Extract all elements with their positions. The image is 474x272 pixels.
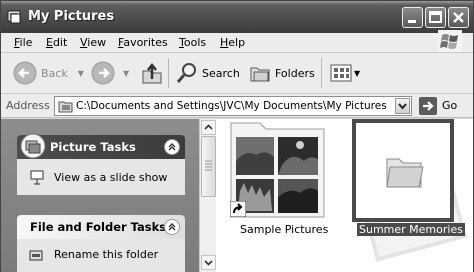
menu-edit[interactable]: Edit <box>46 36 67 49</box>
scroll-up-button[interactable] <box>201 120 216 135</box>
views-button[interactable]: ▼ <box>330 53 360 93</box>
chevron-down-icon <box>398 103 407 110</box>
scroll-thumb[interactable] <box>201 136 216 197</box>
collapse-button[interactable] <box>164 139 180 155</box>
menu-favorites[interactable]: Favorites <box>118 36 168 49</box>
menu-file[interactable]: File <box>14 36 32 49</box>
address-label: Address <box>6 99 50 112</box>
views-dropdown-icon[interactable]: ▼ <box>354 69 360 78</box>
chevron-up-icon <box>204 124 213 130</box>
search-label: Search <box>202 66 240 80</box>
task-pane-scrollbar[interactable] <box>199 119 216 272</box>
file-folder-tasks-body: Rename this folder <box>17 239 185 272</box>
close-button[interactable] <box>448 7 469 28</box>
minimize-icon <box>408 20 416 23</box>
menu-tools[interactable]: Tools <box>179 36 206 49</box>
summer-memories-label: Summer Memories <box>357 223 465 236</box>
sample-pictures-label: Sample Pictures <box>240 223 329 236</box>
chevron-down-icon <box>204 260 213 266</box>
my-pictures-icon <box>7 10 21 24</box>
task-pane: Picture Tasks View as a slide show File … <box>1 119 199 272</box>
file-folder-tasks-panel: File and Folder Tasks Rename this folder <box>17 215 185 272</box>
toolbar-separator <box>321 58 322 88</box>
file-view[interactable]: Sample Pictures Summer Memories <box>216 119 473 272</box>
search-button[interactable]: Search <box>176 53 240 93</box>
toolbar-separator <box>168 58 169 88</box>
forward-arrow-icon <box>91 61 115 85</box>
back-button[interactable]: Back ▼ <box>13 53 84 93</box>
picture-tasks-body: View as a slide show <box>17 159 185 195</box>
rename-icon <box>29 250 43 261</box>
picture-tasks-header[interactable]: Picture Tasks <box>17 133 185 159</box>
address-field[interactable]: C:\Documents and Settings\JVC\My Documen… <box>54 96 412 116</box>
folders-label: Folders <box>275 66 315 80</box>
slideshow-icon <box>30 170 44 185</box>
chevron-up-icon <box>168 223 176 231</box>
address-path: C:\Documents and Settings\JVC\My Documen… <box>76 100 387 112</box>
folder-icon <box>58 101 73 113</box>
scroll-down-button[interactable] <box>201 255 216 270</box>
collapse-button[interactable] <box>164 219 180 235</box>
address-dropdown-button[interactable] <box>395 98 410 114</box>
forward-button[interactable]: ▼ <box>91 53 129 93</box>
chevron-up-icon <box>168 143 176 151</box>
views-icon <box>330 64 352 82</box>
menu-bar: File Edit View Favorites Tools Help <box>1 33 473 53</box>
windows-logo-icon <box>438 30 462 52</box>
address-bar: Address C:\Documents and Settings\JVC\My… <box>1 94 473 118</box>
picture-tasks-panel: Picture Tasks View as a slide show <box>17 133 185 195</box>
title-bar[interactable]: My Pictures <box>1 1 473 33</box>
view-slideshow-link[interactable]: View as a slide show <box>54 171 167 184</box>
forward-dropdown-icon[interactable]: ▼ <box>123 69 129 78</box>
back-arrow-icon <box>13 61 37 85</box>
go-label[interactable]: Go <box>442 99 457 112</box>
search-icon <box>176 63 196 83</box>
picture-tasks-icon <box>20 133 46 159</box>
maximize-icon <box>429 11 442 23</box>
menu-help[interactable]: Help <box>220 36 245 49</box>
go-arrow-icon <box>423 101 434 111</box>
toolbar: Back ▼ ▼ Search Folders ▼ <box>1 53 473 94</box>
explorer-window: My Pictures File Edit View Favorites Too… <box>0 0 474 272</box>
selected-thumbnail-frame <box>352 119 454 222</box>
grip-icon <box>205 160 212 171</box>
window-title: My Pictures <box>28 9 115 24</box>
file-folder-tasks-header[interactable]: File and Folder Tasks <box>17 215 185 239</box>
folder-icon <box>386 158 424 188</box>
close-icon <box>453 12 464 23</box>
maximize-button[interactable] <box>425 7 446 28</box>
folders-button[interactable]: Folders <box>249 53 315 93</box>
menu-view[interactable]: View <box>80 36 106 49</box>
up-folder-button[interactable] <box>141 53 163 93</box>
picture-tasks-title: Picture Tasks <box>50 140 136 154</box>
rename-folder-link[interactable]: Rename this folder <box>54 248 158 261</box>
shortcut-arrow-icon <box>230 201 246 217</box>
go-button[interactable] <box>419 97 437 115</box>
back-label: Back <box>41 66 68 80</box>
file-folder-tasks-title: File and Folder Tasks <box>30 220 167 234</box>
folders-icon <box>250 67 270 82</box>
up-folder-icon <box>142 62 162 84</box>
minimize-button[interactable] <box>402 7 423 28</box>
back-dropdown-icon[interactable]: ▼ <box>78 69 84 78</box>
